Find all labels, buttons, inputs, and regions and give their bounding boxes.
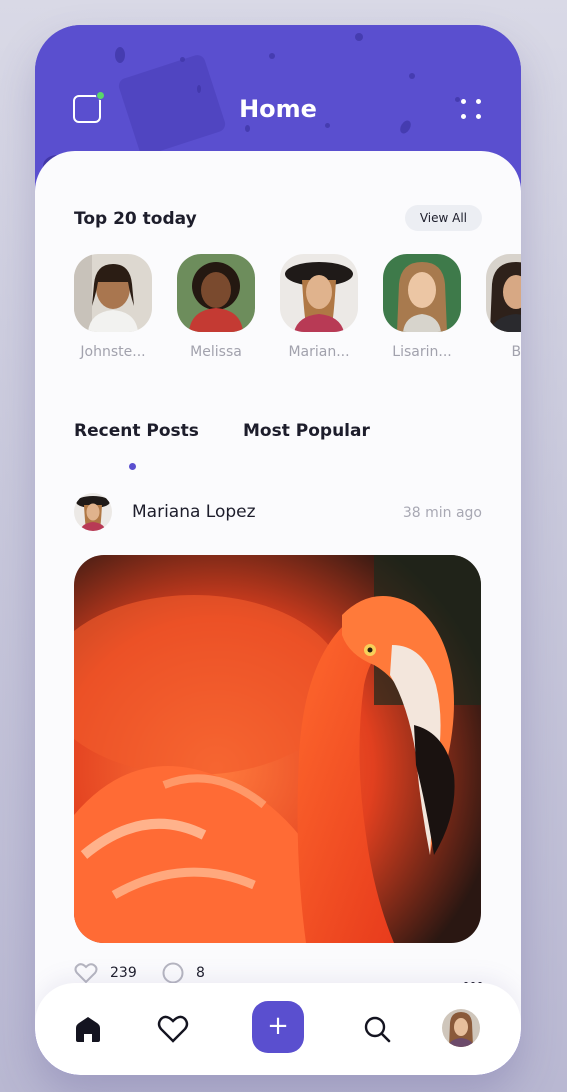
active-tab-indicator [129, 463, 136, 470]
stories-row: Johnste... Melissa Marian... Lisarin... … [74, 254, 521, 364]
post-author-name[interactable]: Mariana Lopez [132, 502, 256, 522]
story-item[interactable]: Johnste... [74, 254, 152, 360]
heart-icon[interactable] [157, 1014, 189, 1044]
tab-recent-posts[interactable]: Recent Posts [74, 421, 199, 441]
header: Home [35, 25, 521, 150]
story-name: Lisarin... [392, 344, 452, 360]
home-icon[interactable] [73, 1014, 103, 1044]
story-name: Ben [511, 344, 521, 360]
comment-icon[interactable] [162, 962, 184, 984]
story-avatar[interactable] [280, 254, 358, 332]
view-all-button[interactable]: View All [404, 205, 482, 231]
story-name: Marian... [288, 344, 350, 360]
bottom-nav: + [35, 983, 521, 1075]
phone-screen: Home Top 20 today View All Johnste... Me… [35, 25, 521, 1075]
story-item[interactable]: Melissa [177, 254, 255, 360]
author-avatar[interactable] [74, 493, 112, 531]
tab-most-popular[interactable]: Most Popular [243, 421, 370, 441]
like-count: 239 [110, 965, 137, 981]
story-item[interactable]: Lisarin... [383, 254, 461, 360]
post-header: Mariana Lopez 38 min ago [74, 493, 482, 533]
like-button[interactable]: 239 [74, 961, 137, 985]
search-icon[interactable] [362, 1014, 392, 1044]
story-avatar[interactable] [383, 254, 461, 332]
story-avatar[interactable] [177, 254, 255, 332]
story-item[interactable]: Marian... [280, 254, 358, 360]
page-title: Home [239, 95, 317, 123]
comment-button[interactable]: 8 [162, 961, 205, 985]
story-name: Melissa [190, 344, 242, 360]
post-image[interactable] [74, 555, 481, 943]
top-section-header: Top 20 today View All [74, 205, 482, 235]
section-title: Top 20 today [74, 209, 197, 229]
add-icon: + [267, 1011, 289, 1041]
add-button[interactable]: + [252, 1001, 304, 1053]
comment-count: 8 [196, 965, 205, 981]
heart-icon[interactable] [74, 962, 98, 984]
content-card: Top 20 today View All Johnste... Melissa… [35, 151, 521, 1075]
story-avatar[interactable] [74, 254, 152, 332]
grid-dots-icon[interactable] [461, 99, 483, 121]
story-avatar[interactable] [486, 254, 521, 332]
story-name: Johnste... [80, 344, 146, 360]
post-tabs: Recent Posts Most Popular [74, 421, 474, 481]
story-item[interactable]: Ben [486, 254, 521, 360]
profile-avatar[interactable] [442, 1009, 480, 1047]
post-timestamp: 38 min ago [402, 505, 482, 521]
